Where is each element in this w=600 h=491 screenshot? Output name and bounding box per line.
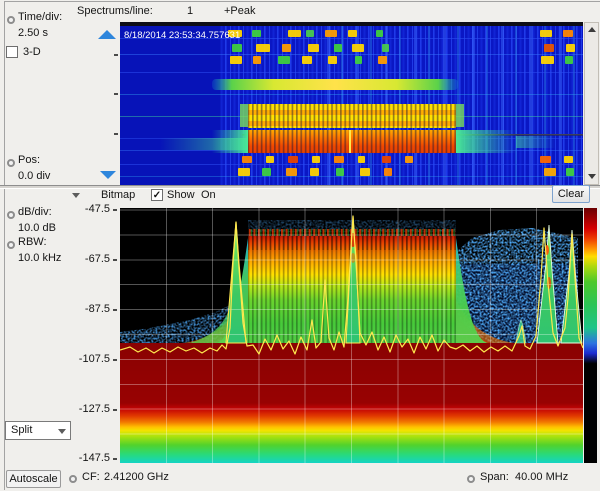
y-axis-tick — [113, 209, 117, 211]
time-div-label: Time/div: — [18, 11, 62, 24]
spectrogram-content: 8/18/2014 23:53:34.757631 — [120, 26, 583, 185]
spectrogram-axis-tick — [114, 93, 118, 95]
db-div-value[interactable]: 10.0 dB — [18, 222, 56, 235]
window-top-border — [4, 1, 600, 2]
db-div-label: dB/div: — [18, 206, 52, 219]
spectrums-per-line-value[interactable]: 1 — [187, 5, 193, 18]
y-axis-label: -147.5 — [74, 452, 110, 465]
dropdown-chevron-icon — [58, 429, 66, 434]
time-div-value[interactable]: 2.50 s — [18, 27, 48, 40]
spectrogram-timestamp: 8/18/2014 23:53:34.757631 — [124, 30, 240, 41]
y-axis-label: -127.5 — [74, 403, 110, 416]
bitmap-section-label: Bitmap — [101, 189, 135, 202]
spectrogram-bottom-marker-icon[interactable] — [100, 171, 116, 179]
pos-value[interactable]: 0.0 div — [18, 170, 50, 183]
color-scale-legend — [584, 208, 597, 463]
span-knob-icon[interactable] — [467, 475, 475, 483]
spectrum-display[interactable] — [120, 208, 583, 463]
spectrogram-top-marker-icon[interactable] — [98, 30, 116, 39]
pos-knob-icon[interactable] — [7, 159, 15, 167]
rbw-value[interactable]: 10.0 kHz — [18, 252, 61, 265]
y-axis-tick — [113, 309, 117, 311]
spectrogram-bitmap[interactable]: 8/18/2014 23:53:34.757631 — [120, 22, 583, 185]
spectrogram-axis-tick — [114, 133, 118, 135]
detector-mode-label[interactable]: +Peak — [224, 5, 256, 18]
clear-button[interactable]: Clear — [552, 185, 590, 203]
spectrum-analyzer-window: Spectrums/line: 1 +Peak Time/div: 2.50 s… — [0, 0, 600, 491]
pos-label: Pos: — [18, 154, 40, 167]
y-axis-label: -107.5 — [74, 353, 110, 366]
threed-checkbox[interactable] — [6, 46, 18, 58]
show-state-value: On — [201, 189, 216, 202]
spectrogram-scrollbar[interactable] — [584, 22, 599, 185]
view-mode-dropdown[interactable]: Split — [5, 421, 71, 440]
show-checkbox[interactable]: ✓ — [151, 189, 163, 201]
y-axis-label: -67.5 — [74, 253, 110, 266]
cf-value[interactable]: 2.41200 GHz — [104, 471, 169, 484]
cf-knob-icon[interactable] — [69, 475, 77, 483]
spectrum-bitmap[interactable] — [120, 208, 583, 463]
y-axis-tick — [113, 259, 117, 261]
view-mode-value: Split — [11, 424, 32, 437]
span-label: Span: — [480, 471, 509, 484]
span-value[interactable]: 40.00 MHz — [515, 471, 568, 484]
rbw-knob-icon[interactable] — [7, 241, 15, 249]
y-axis-tick — [113, 359, 117, 361]
rbw-label: RBW: — [18, 236, 47, 249]
db-div-knob-icon[interactable] — [7, 211, 15, 219]
time-div-knob-icon[interactable] — [7, 16, 15, 24]
spectrums-per-line-label: Spectrums/line: — [77, 5, 153, 18]
spectrogram-display[interactable]: 8/18/2014 23:53:34.757631 — [120, 22, 583, 185]
scrollbar-down-button[interactable] — [585, 169, 598, 182]
window-left-border — [4, 1, 5, 490]
y-axis-tick — [113, 458, 117, 460]
cf-label: CF: — [82, 471, 100, 484]
spectrogram-axis-tick — [114, 54, 118, 56]
pane-splitter[interactable] — [0, 185, 600, 189]
y-axis-label: -87.5 — [74, 303, 110, 316]
threed-label: 3-D — [23, 46, 41, 59]
scrollbar-up-button[interactable] — [585, 23, 598, 36]
y-axis-label: -47.5 — [74, 203, 110, 216]
bitmap-section-collapse-icon[interactable] — [72, 193, 80, 198]
autoscale-button[interactable]: Autoscale — [6, 470, 61, 488]
show-label: Show — [167, 189, 195, 202]
y-axis-tick — [113, 409, 117, 411]
